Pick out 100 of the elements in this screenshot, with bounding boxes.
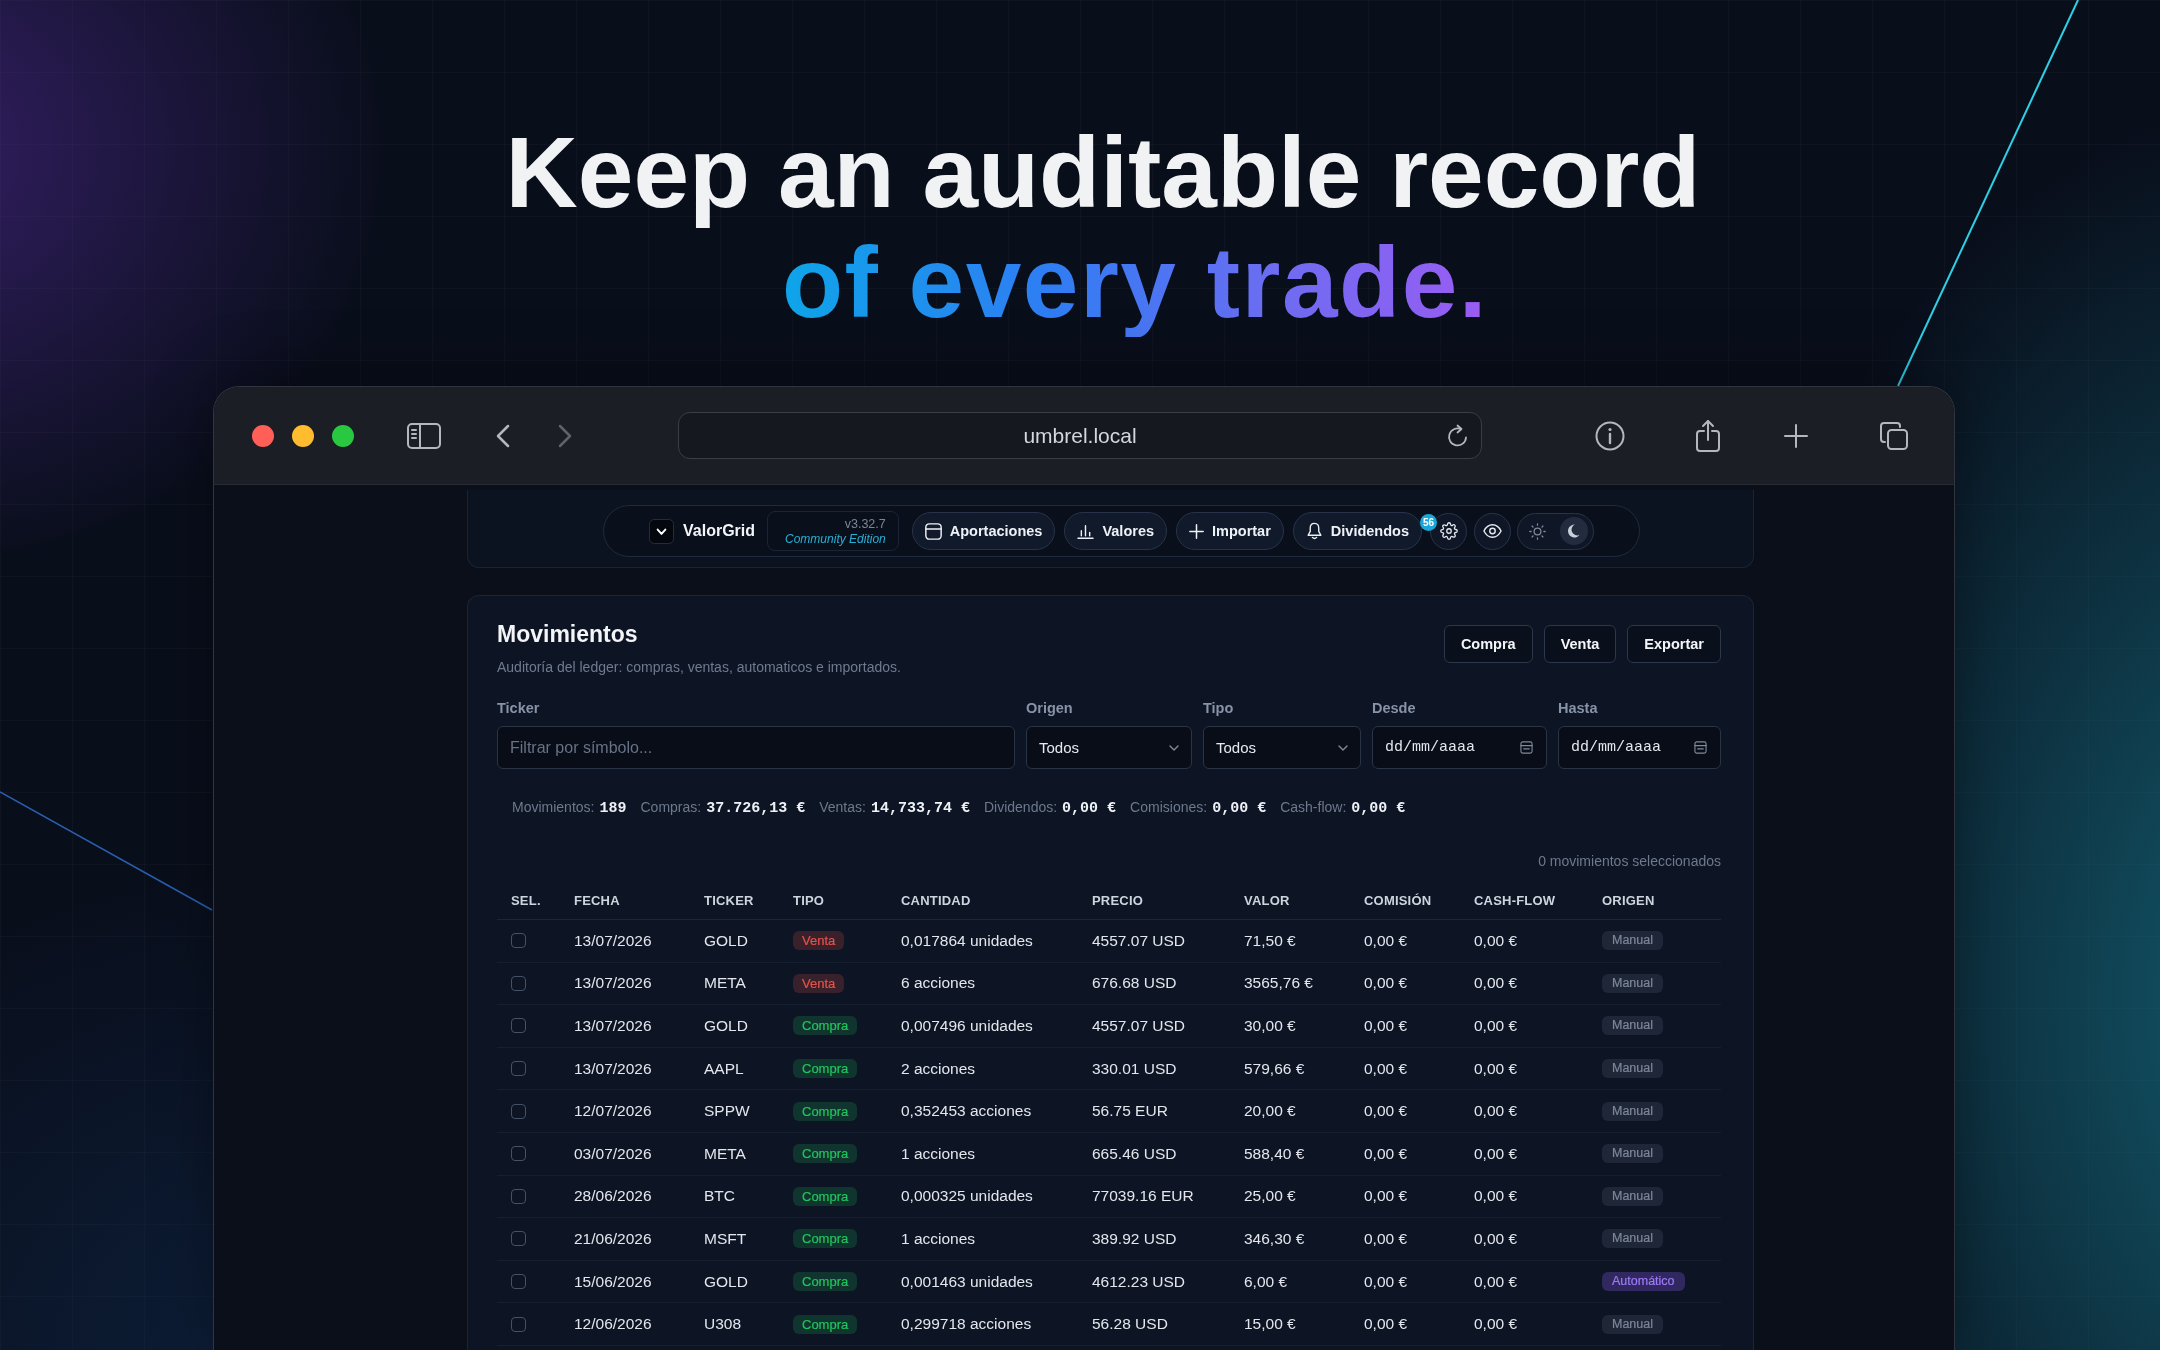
headline-text: Keep an auditable record [505,117,1701,227]
stat-label: Movimientos: [512,799,595,815]
stat-label: Dividendos: [983,799,1058,815]
row-checkbox[interactable] [511,1231,526,1247]
maximize-button[interactable] [332,424,354,447]
commission-text: 0,00 € [1364,1016,1408,1036]
plus-icon [1189,523,1204,539]
date-text: 21/06/2026 [574,1228,652,1249]
column-header: PRECIO [1092,892,1144,909]
cash-flow-text: 0,00 € [1474,1143,1518,1164]
reload-icon[interactable] [1447,424,1468,447]
price-text: 4612.23 USD [1092,1271,1186,1292]
stat-value: 0,00 € [1351,800,1406,817]
type-tag: Venta [793,973,845,993]
quantity-text: 0,001463 unidades [901,1271,1033,1292]
cash-flow-text: 0,00 € [1474,1058,1518,1079]
row-checkbox[interactable] [511,1188,526,1204]
column-header: CANTIDAD [901,892,971,909]
forward-icon[interactable] [558,423,572,448]
commission-text: 0,00 € [1364,973,1408,994]
nav-button[interactable]: Valores [1064,512,1167,550]
selection-count: 0 movimientos seleccionados [1538,852,1721,871]
select-field[interactable]: Todos [1026,726,1192,769]
minimize-button[interactable] [292,424,314,447]
quantity-text: 6 acciones [901,973,976,994]
info-icon[interactable] [1595,420,1625,451]
buy-button[interactable]: Compra [1443,625,1533,663]
type-tag: Compra [793,1059,858,1079]
origin-tag: Manual [1602,973,1663,993]
sidebar-icon[interactable] [407,422,441,449]
row-checkbox[interactable] [511,1316,526,1332]
column-header: TICKER [704,892,754,909]
nav-button[interactable]: Importar [1176,512,1284,550]
date-text: 28/06/2026 [574,1186,652,1207]
price-text: 4557.07 USD [1092,1016,1186,1036]
eye-icon [1483,524,1502,538]
ticker-text: GOLD [704,930,748,951]
version-text: v3.32.7 [844,515,886,532]
type-tag: Venta [793,931,845,951]
ticker-text: BTC [704,1186,735,1207]
select-field[interactable]: Todos [1203,726,1361,769]
nav-button[interactable]: Dividendos [1292,512,1422,550]
new-tab-icon[interactable] [1783,422,1809,449]
row-checkbox[interactable] [511,1018,526,1034]
date-text: 13/07/2026 [574,1058,652,1079]
ticker-text: GOLD [704,1271,748,1292]
date-text: 03/07/2026 [574,1143,652,1164]
type-tag: Compra [793,1229,858,1249]
type-tag: Compra [793,1186,858,1206]
page-subtitle: Auditoría del ledger: compras, ventas, automaticos e importados. [497,659,901,675]
price-text: 389.92 USD [1092,1228,1177,1249]
type-tag: Compra [793,1016,858,1036]
back-icon[interactable] [496,423,510,448]
date-field[interactable]: dd/mm/aaaa [1372,726,1547,769]
column-header: CASH-FLOW [1474,892,1556,909]
date-text: 13/07/2026 [574,1016,652,1036]
type-tag: Compra [793,1101,858,1121]
origin-tag: Manual [1602,931,1663,951]
share-icon[interactable] [1695,418,1721,453]
settings-icon [1439,522,1458,540]
notification-badge: 56 [1420,513,1437,531]
filter-label: Ticker [497,700,540,716]
origin-tag: Manual [1602,1186,1663,1206]
bell-icon [1305,522,1323,540]
column-header: COMISIÓN [1364,892,1432,909]
close-button[interactable] [252,424,274,447]
row-checkbox[interactable] [511,1103,526,1119]
date-field[interactable]: dd/mm/aaaa [1558,726,1721,769]
row-checkbox[interactable] [511,1274,526,1290]
sun-icon [1528,522,1546,540]
theme-option[interactable] [1560,517,1588,545]
nav-button[interactable]: Aportaciones [911,512,1056,550]
calendar-icon [1694,741,1707,754]
stat-value: 14,733,74 € [870,800,970,817]
export-button[interactable]: Exportar [1627,625,1721,663]
logo-icon[interactable] [649,518,674,544]
cash-flow-text: 0,00 € [1474,1101,1518,1122]
origin-tag: Manual [1602,1144,1663,1164]
visibility-button[interactable] [1474,512,1511,550]
stat-value: 0,00 € [1212,800,1267,817]
cash-flow-text: 0,00 € [1474,1314,1518,1335]
ticker-text: SPPW [704,1101,750,1122]
stat-label: Comisiones: [1130,799,1208,815]
price-text: 4557.07 USD [1092,930,1186,951]
sell-button[interactable]: Venta [1543,625,1617,663]
ticker-text: META [704,973,746,994]
bar-chart-icon [1077,523,1095,539]
row-checkbox[interactable] [511,975,526,991]
filter-label: Tipo [1203,700,1234,716]
value-text: 346,30 € [1244,1228,1305,1249]
address-bar[interactable]: umbrel.local [678,412,1482,459]
tabs-icon[interactable] [1879,420,1909,451]
row-checkbox[interactable] [511,933,526,949]
origin-tag: Manual [1602,1016,1663,1036]
row-checkbox[interactable] [511,1061,526,1077]
value-text: 71,50 € [1244,930,1296,951]
quantity-text: 0,017864 unidades [901,930,1033,951]
filter-input[interactable]: Filtrar por símbolo... [497,726,1015,769]
value-text: 25,00 € [1244,1186,1296,1207]
row-checkbox[interactable] [511,1146,526,1162]
